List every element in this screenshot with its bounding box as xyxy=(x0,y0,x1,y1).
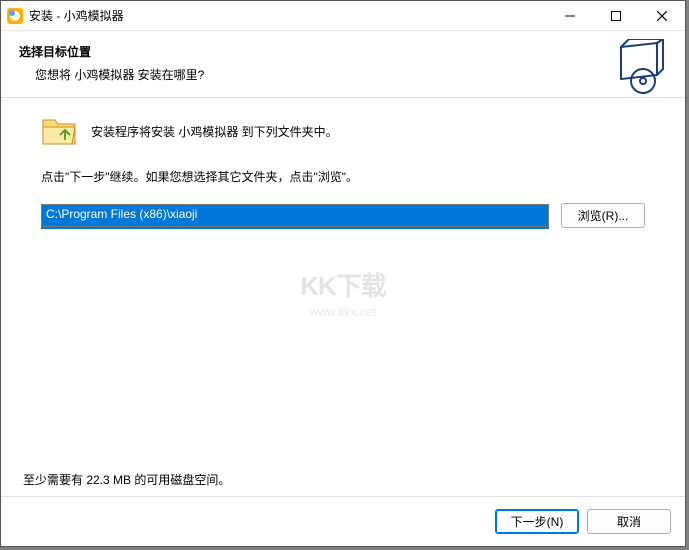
close-button[interactable] xyxy=(639,1,685,30)
next-button[interactable]: 下一步(N) xyxy=(495,509,579,534)
folder-icon xyxy=(41,116,77,146)
path-row: C:\Program Files (x86)\xiaoji 浏览(R)... xyxy=(41,203,645,228)
browse-button[interactable]: 浏览(R)... xyxy=(561,203,645,228)
window-controls xyxy=(547,1,685,30)
window-title: 安装 - 小鸡模拟器 xyxy=(29,7,124,24)
box-disc-icon xyxy=(611,39,667,95)
folder-line-text: 安装程序将安装 小鸡模拟器 到下列文件夹中。 xyxy=(91,123,338,140)
installer-window: 安装 - 小鸡模拟器 选择目标位置 您想将 小鸡模拟器 安装在哪里? xyxy=(0,0,686,547)
disk-space-text: 至少需要有 22.3 MB 的可用磁盘空间。 xyxy=(23,471,230,488)
maximize-button[interactable] xyxy=(593,1,639,30)
cancel-button-label: 取消 xyxy=(617,513,641,530)
app-icon xyxy=(7,8,23,24)
wizard-footer: 下一步(N) 取消 xyxy=(1,496,685,546)
wizard-content: 安装程序将安装 小鸡模拟器 到下列文件夹中。 点击"下一步"继续。如果您想选择其… xyxy=(1,98,685,496)
folder-description-row: 安装程序将安装 小鸡模拟器 到下列文件夹中。 xyxy=(41,116,645,146)
path-focus-underline xyxy=(41,227,549,229)
browse-button-label: 浏览(R)... xyxy=(578,207,629,224)
page-title: 选择目标位置 xyxy=(19,43,667,60)
instruction-text: 点击"下一步"继续。如果您想选择其它文件夹，点击"浏览"。 xyxy=(41,168,645,185)
cancel-button[interactable]: 取消 xyxy=(587,509,671,534)
page-subtitle: 您想将 小鸡模拟器 安装在哪里? xyxy=(35,66,667,83)
install-path-input[interactable]: C:\Program Files (x86)\xiaoji xyxy=(41,204,549,227)
next-button-label: 下一步(N) xyxy=(511,513,564,530)
minimize-button[interactable] xyxy=(547,1,593,30)
wizard-header: 选择目标位置 您想将 小鸡模拟器 安装在哪里? xyxy=(1,31,685,93)
titlebar: 安装 - 小鸡模拟器 xyxy=(1,1,685,31)
install-path-value: C:\Program Files (x86)\xiaoji xyxy=(46,207,197,221)
